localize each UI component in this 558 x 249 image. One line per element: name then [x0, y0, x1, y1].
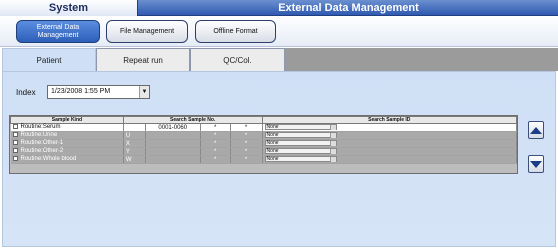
sample-prefix: X — [123, 139, 146, 148]
sample-search-table: Sample Kind Search Sample No. Search Sam… — [9, 115, 518, 174]
column-header-search-sample-no: Search Sample No. — [122, 116, 263, 124]
system-title: System — [0, 0, 138, 16]
scroll-down-button[interactable] — [528, 155, 544, 173]
arrow-up-icon — [530, 126, 542, 134]
sample-id-value: None — [266, 156, 279, 163]
index-select[interactable]: 1/23/2008 1:55 PM ▼ — [47, 85, 150, 99]
arrow-down-icon — [530, 160, 542, 168]
table-row[interactable]: Routine:Whole blood W * * None — [10, 155, 518, 164]
page-title: External Data Management — [278, 2, 419, 14]
chevron-down-icon[interactable]: ▼ — [139, 86, 149, 98]
sample-wildcard-2: * — [230, 123, 263, 132]
tab-strip: Patient Repeat run QC/Col. — [0, 48, 558, 71]
row-checkbox[interactable] — [12, 140, 18, 146]
sample-wildcard-1: * — [200, 139, 231, 148]
sample-kind: Routine:Other-1 — [20, 140, 64, 147]
sample-id-value: None — [266, 124, 279, 131]
sample-prefix — [123, 123, 146, 132]
tab-repeat-run[interactable]: Repeat run — [96, 48, 190, 71]
tab-qc-col[interactable]: QC/Col. — [190, 48, 285, 71]
sample-id-dropdown[interactable]: None — [264, 140, 337, 147]
sample-range: 0001-0060 — [145, 123, 201, 132]
file-management-button[interactable]: File Management — [106, 20, 188, 43]
sample-kind: Routine:Other-2 — [20, 148, 64, 155]
row-checkbox[interactable] — [12, 132, 18, 138]
sample-id-value: None — [266, 148, 279, 155]
tab-patient[interactable]: Patient — [2, 48, 96, 71]
sample-id-dropdown[interactable]: None — [264, 148, 337, 155]
index-select-value: 1/23/2008 1:55 PM — [51, 88, 111, 95]
chevron-down-icon[interactable] — [329, 149, 336, 155]
sample-wildcard-2: * — [230, 131, 263, 140]
sample-range — [145, 139, 201, 148]
table-row[interactable]: Routine:Urine U * * None — [10, 131, 518, 140]
index-label: Index — [16, 88, 36, 97]
chevron-down-icon[interactable] — [329, 133, 336, 139]
column-header-sample-kind: Sample Kind — [10, 116, 124, 124]
sample-kind: Routine:Urine — [20, 132, 58, 139]
sample-wildcard-2: * — [230, 155, 263, 164]
column-header-search-sample-id: Search Sample ID — [261, 116, 518, 124]
sample-kind: Routine:Serum — [20, 124, 61, 131]
chevron-down-icon[interactable] — [329, 125, 336, 131]
chevron-down-icon[interactable] — [329, 157, 336, 163]
title-bar: System External Data Management — [0, 0, 558, 16]
sample-wildcard-1: * — [200, 155, 231, 164]
row-checkbox[interactable] — [12, 156, 18, 162]
sample-prefix: W — [123, 155, 146, 164]
table-row[interactable]: Routine:Serum 0001-0060 * * None — [10, 123, 518, 132]
sample-id-dropdown[interactable]: None — [264, 124, 337, 131]
offline-format-button[interactable]: Offline Format — [195, 20, 276, 43]
sample-id-dropdown[interactable]: None — [264, 132, 337, 139]
sample-id-value: None — [266, 132, 279, 139]
sample-id-dropdown[interactable]: None — [264, 156, 337, 163]
chevron-down-icon[interactable] — [329, 141, 336, 147]
sample-wildcard-2: * — [230, 147, 263, 156]
row-checkbox[interactable] — [12, 124, 18, 130]
sample-wildcard-2: * — [230, 139, 263, 148]
row-checkbox[interactable] — [12, 148, 18, 154]
sample-range — [145, 147, 201, 156]
table-row[interactable]: Routine:Other-1 X * * None — [10, 139, 518, 148]
toolbar: External Data Management File Management… — [0, 16, 558, 47]
scroll-up-button[interactable] — [528, 121, 544, 139]
sample-id-value: None — [266, 140, 279, 147]
sample-prefix: Y — [123, 147, 146, 156]
sample-prefix: U — [123, 131, 146, 140]
sample-wildcard-1: * — [200, 123, 231, 132]
sample-range — [145, 131, 201, 140]
external-data-management-button[interactable]: External Data Management — [16, 20, 100, 43]
sample-kind: Routine:Whole blood — [20, 156, 77, 163]
sample-wildcard-1: * — [200, 131, 231, 140]
table-row[interactable]: Routine:Other-2 Y * * None — [10, 147, 518, 156]
tab-strip-filler — [285, 48, 558, 71]
sample-range — [145, 155, 201, 164]
sample-wildcard-1: * — [200, 147, 231, 156]
